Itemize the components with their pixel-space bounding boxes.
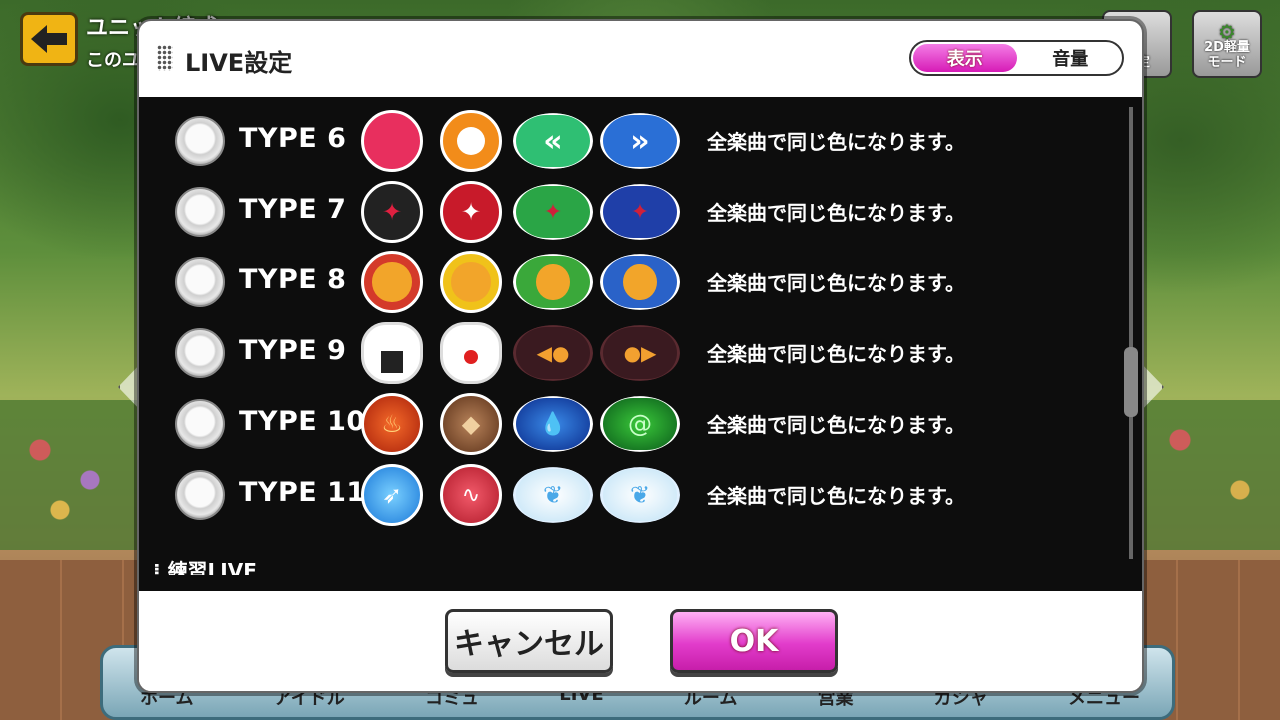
note-type-list[interactable]: TYPE 6 « » 全楽曲で同じ色になります。 TYPE 7 ✦ ✦ ✦ ✦ … — [139, 97, 1142, 591]
onigiri-umeboshi-icon — [440, 322, 502, 384]
row-description: 全楽曲で同じ色になります。 — [707, 342, 965, 366]
type-label: TYPE 6 — [239, 123, 347, 154]
list-item[interactable]: TYPE 10 ♨ ◆ 💧 @ 全楽曲で同じ色になります。 — [139, 386, 1119, 456]
2d-mode-label-line1: 2D軽量 — [1204, 40, 1250, 55]
pink-dot-note-icon — [361, 110, 423, 172]
dialog-header: LIVE設定 表示 音量 — [139, 21, 1142, 97]
green-geass-icon: ✦ — [513, 184, 593, 240]
radio-button[interactable] — [175, 257, 225, 307]
blue-double-chevron-icon: » — [600, 113, 680, 169]
fried-shrimp-left-icon: ◀● — [513, 325, 593, 381]
green-dino-icon — [513, 254, 593, 310]
heartbeat-icon: ∿ — [440, 464, 502, 526]
yellow-dino-icon — [440, 251, 502, 313]
blue-dino-icon — [600, 254, 680, 310]
tab-display[interactable]: 表示 — [913, 44, 1017, 72]
next-section-label: ⁞ 練習LIVE — [153, 555, 257, 575]
next-section-text: 練習LIVE — [167, 559, 257, 575]
water-icon: 💧 — [513, 396, 593, 452]
row-description: 全楽曲で同じ色になります。 — [707, 271, 965, 295]
back-button[interactable] — [20, 12, 78, 66]
cancel-button[interactable]: キャンセル — [445, 609, 613, 673]
row-description: 全楽曲で同じ色になります。 — [707, 201, 965, 225]
2d-light-mode-button[interactable]: ⚙ 2D軽量 モード — [1192, 10, 1262, 78]
gear-icon: ⚙ — [1218, 20, 1236, 44]
background-flowers-right — [1140, 400, 1280, 550]
fried-shrimp-right-icon: ●▶ — [600, 325, 680, 381]
radio-button[interactable] — [175, 187, 225, 237]
background-flowers-left — [0, 400, 150, 550]
type-label: TYPE 9 — [239, 335, 347, 366]
tab-volume[interactable]: 音量 — [1019, 42, 1123, 74]
row-description: 全楽曲で同じ色になります。 — [707, 413, 965, 437]
earth-icon: ◆ — [440, 393, 502, 455]
onigiri-icon — [361, 322, 423, 384]
back-arrow-icon — [31, 25, 67, 53]
row-description: 全楽曲で同じ色になります。 — [707, 130, 965, 154]
screen-subtitle: このユ — [86, 50, 140, 71]
scrollbar-thumb[interactable] — [1124, 347, 1138, 417]
red-geass-icon: ✦ — [440, 181, 502, 243]
feather-icon: ➶ — [361, 464, 423, 526]
green-double-chevron-icon: « — [513, 113, 593, 169]
live-settings-dialog: LIVE設定 表示 音量 TYPE 6 « » 全楽曲で同じ色になります。 TY… — [137, 19, 1144, 693]
type-label: TYPE 11 — [239, 477, 366, 508]
fire-icon: ♨ — [361, 393, 423, 455]
list-item[interactable]: TYPE 11 ➶ ∿ ❦ ❦ 全楽曲で同じ色になります。 — [139, 457, 1119, 527]
list-item[interactable]: TYPE 8 全楽曲で同じ色になります。 — [139, 244, 1119, 314]
scrollbar-track[interactable] — [1129, 107, 1133, 559]
blue-geass-icon: ✦ — [600, 184, 680, 240]
dialog-footer: キャンセル OK — [139, 591, 1142, 691]
butterfly-right-icon: ❦ — [600, 467, 680, 523]
ok-button[interactable]: OK — [670, 609, 838, 673]
radio-button[interactable] — [175, 399, 225, 449]
2d-mode-label-line2: モード — [1207, 55, 1247, 70]
butterfly-left-icon: ❦ — [513, 467, 593, 523]
grip-icon — [157, 45, 173, 71]
list-item[interactable]: TYPE 9 ◀● ●▶ 全楽曲で同じ色になります。 — [139, 315, 1119, 385]
red-dino-icon — [361, 251, 423, 313]
radio-button[interactable] — [175, 328, 225, 378]
black-geass-icon: ✦ — [361, 181, 423, 243]
type-label: TYPE 8 — [239, 264, 347, 295]
radio-button[interactable] — [175, 116, 225, 166]
radio-button[interactable] — [175, 470, 225, 520]
list-item[interactable]: TYPE 6 « » 全楽曲で同じ色になります。 — [139, 103, 1119, 173]
wind-icon: @ — [600, 396, 680, 452]
dialog-title: LIVE設定 — [185, 49, 293, 77]
orange-ring-note-icon — [440, 110, 502, 172]
type-label: TYPE 7 — [239, 194, 347, 225]
list-item[interactable]: TYPE 7 ✦ ✦ ✦ ✦ 全楽曲で同じ色になります。 — [139, 174, 1119, 244]
tab-group: 表示 音量 — [909, 40, 1124, 76]
type-label: TYPE 10 — [239, 406, 366, 437]
row-description: 全楽曲で同じ色になります。 — [707, 484, 965, 508]
